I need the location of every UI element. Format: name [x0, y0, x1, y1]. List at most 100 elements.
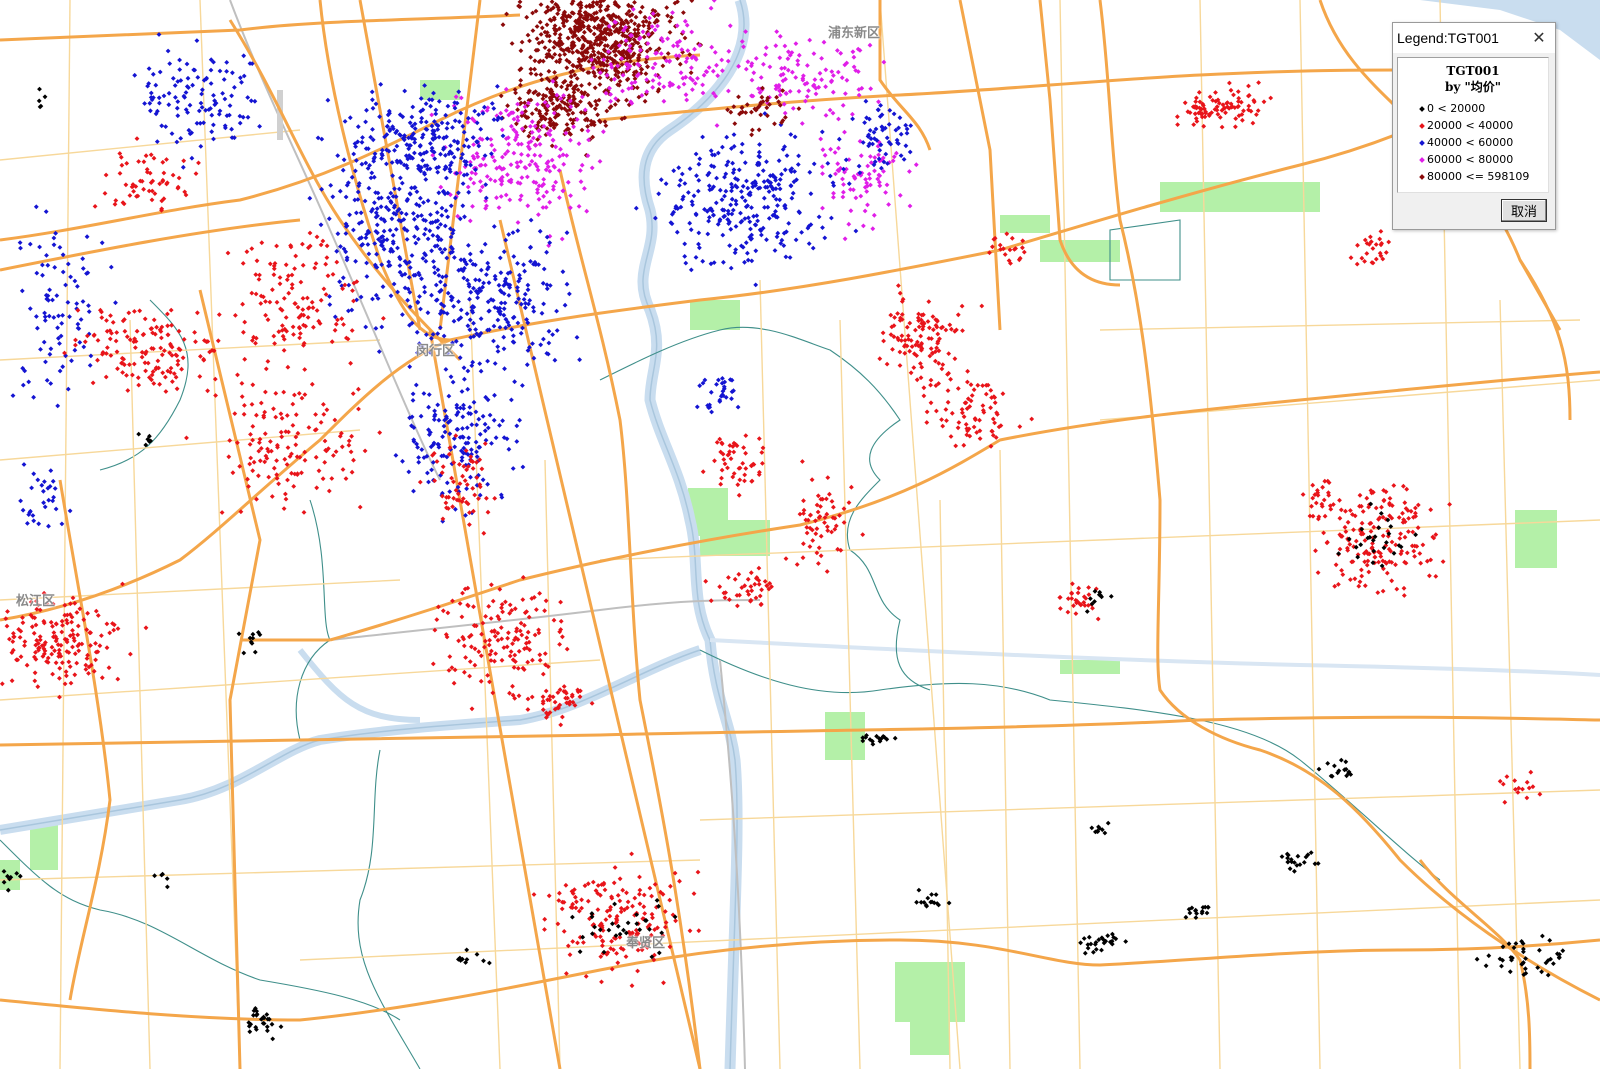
- price-point: [732, 250, 738, 256]
- price-point: [474, 422, 480, 428]
- price-point: [141, 159, 147, 165]
- price-point: [660, 63, 666, 69]
- price-point: [379, 324, 385, 330]
- price-point: [19, 288, 25, 294]
- price-point: [547, 283, 553, 288]
- price-point: [790, 105, 796, 111]
- price-point: [658, 51, 664, 57]
- price-point: [53, 506, 59, 512]
- price-point: [405, 297, 411, 303]
- price-point: [257, 272, 262, 278]
- price-point: [333, 321, 339, 327]
- price-point: [947, 322, 953, 328]
- price-point: [760, 61, 766, 67]
- price-point: [1418, 560, 1424, 566]
- price-point: [1315, 570, 1321, 576]
- price-point: [670, 10, 675, 16]
- price-point: [1381, 498, 1387, 504]
- price-point: [719, 68, 725, 74]
- price-point: [495, 348, 501, 354]
- close-icon[interactable]: ✕: [1529, 28, 1549, 48]
- price-point: [60, 622, 65, 628]
- price-point: [57, 368, 63, 374]
- price-point: [470, 485, 476, 491]
- price-point: [541, 176, 547, 182]
- price-point: [433, 111, 439, 117]
- price-point: [353, 158, 359, 163]
- price-point: [615, 960, 621, 966]
- price-point: [862, 120, 868, 126]
- price-point: [897, 290, 903, 296]
- price-point: [211, 136, 216, 142]
- price-point: [415, 213, 421, 219]
- price-point: [77, 606, 83, 612]
- price-point: [752, 581, 758, 587]
- price-point: [840, 189, 846, 195]
- price-point: [733, 224, 739, 229]
- price-point: [164, 876, 170, 882]
- map-canvas[interactable]: 浦东新区 闵行区 松江区 奉贤区: [0, 0, 1600, 1069]
- price-point: [257, 436, 263, 442]
- price-point: [818, 136, 824, 142]
- price-point: [1394, 586, 1400, 592]
- cancel-button[interactable]: 取消: [1501, 199, 1547, 222]
- price-point: [423, 226, 429, 232]
- price-point: [795, 162, 801, 167]
- price-point: [652, 27, 658, 33]
- price-point: [820, 147, 826, 153]
- price-point: [508, 162, 514, 168]
- price-point: [858, 153, 864, 159]
- price-point: [84, 656, 90, 661]
- price-point: [1377, 236, 1383, 242]
- price-point: [743, 433, 749, 439]
- price-point: [443, 175, 449, 181]
- price-point: [309, 381, 315, 387]
- price-point: [417, 294, 422, 299]
- price-point: [108, 313, 113, 319]
- legend-titlebar[interactable]: Legend:TGT001 ✕: [1393, 23, 1555, 53]
- price-point: [662, 909, 668, 914]
- price-point: [75, 321, 81, 327]
- legend-window[interactable]: Legend:TGT001 ✕ TGT001 by "均价" 0 < 20000…: [1392, 22, 1556, 230]
- price-point: [484, 136, 490, 142]
- price-point: [930, 314, 936, 320]
- price-point: [135, 375, 141, 381]
- price-point: [539, 77, 545, 83]
- price-point: [399, 210, 404, 216]
- price-point: [907, 320, 913, 326]
- price-point: [482, 428, 488, 434]
- price-point: [1337, 546, 1343, 552]
- price-point: [955, 386, 961, 391]
- price-point: [281, 506, 287, 512]
- price-point: [1412, 505, 1418, 511]
- price-point: [31, 518, 37, 524]
- price-point: [54, 293, 60, 299]
- price-point: [730, 207, 736, 213]
- price-point: [586, 81, 592, 87]
- price-point: [43, 209, 49, 215]
- price-point: [1528, 769, 1534, 775]
- price-point: [73, 337, 78, 343]
- price-point: [661, 980, 666, 986]
- price-point: [578, 179, 584, 185]
- price-point: [363, 160, 369, 166]
- price-point: [837, 513, 842, 518]
- price-point: [1007, 247, 1013, 253]
- price-point: [450, 379, 456, 385]
- price-point: [229, 93, 235, 99]
- price-point: [483, 613, 489, 619]
- price-point: [1057, 594, 1063, 600]
- price-point: [148, 90, 154, 96]
- price-point: [189, 155, 195, 161]
- price-point: [350, 391, 356, 397]
- price-point: [494, 195, 499, 201]
- price-point: [333, 449, 339, 455]
- price-point: [1535, 965, 1541, 971]
- price-point: [422, 284, 427, 290]
- price-point: [107, 630, 113, 636]
- price-point: [517, 417, 523, 423]
- price-point: [597, 158, 603, 164]
- price-point: [51, 315, 57, 320]
- price-point: [871, 212, 877, 218]
- price-point: [763, 52, 768, 58]
